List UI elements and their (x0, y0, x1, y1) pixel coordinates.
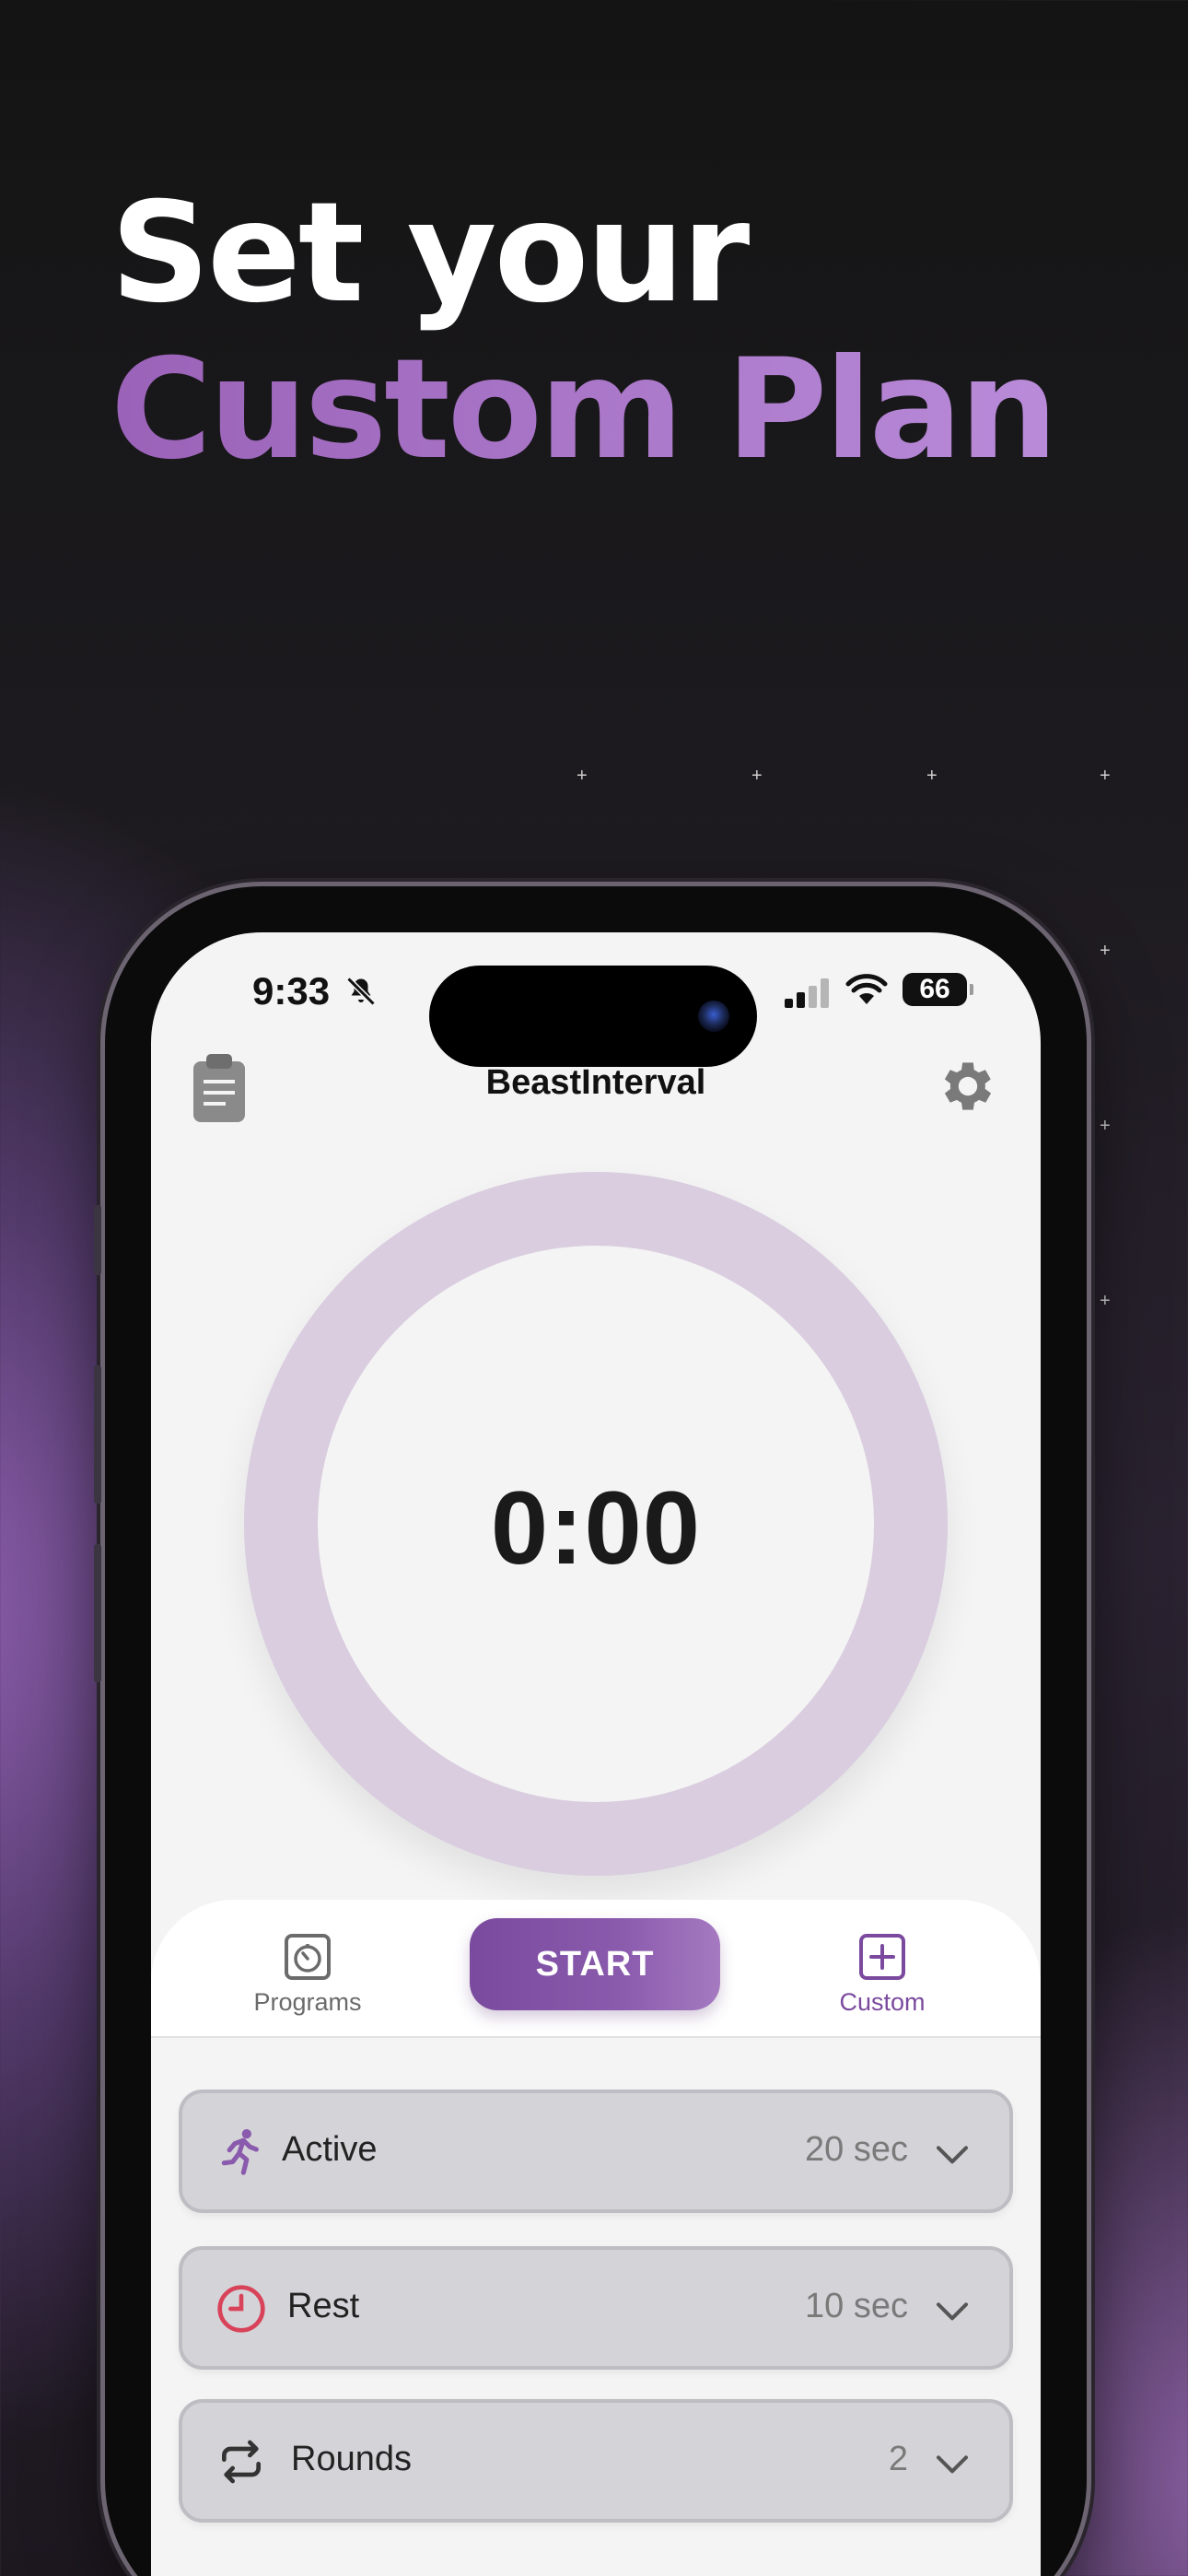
headline-line-1: Set your (111, 173, 750, 334)
tab-programs[interactable]: Programs (215, 1933, 400, 2017)
headline: Set your Custom Plan (111, 173, 1058, 490)
repeat-icon (222, 2440, 261, 2484)
sparkle-icon: + (1100, 1291, 1111, 1311)
sparkle-icon: + (1100, 766, 1111, 786)
app-screen: 9:33 66 BeastInterval 0:00 Programs Cust… (151, 932, 1041, 2576)
wifi-icon (845, 974, 888, 1004)
battery-indicator: 66 (903, 973, 973, 1006)
rest-value: 10 sec (805, 2287, 908, 2325)
phone-frame: 9:33 66 BeastInterval 0:00 Programs Cust… (94, 886, 1087, 2576)
add-square-icon (859, 1934, 905, 1980)
start-button[interactable]: START (470, 1918, 720, 2010)
phone-side-button (94, 1544, 101, 1682)
camera-icon (698, 1001, 729, 1032)
sparkle-icon: + (926, 766, 938, 786)
chevron-down-icon (937, 2455, 968, 2474)
gear-icon[interactable] (936, 1054, 1000, 1118)
active-setting-row[interactable]: Active 20 sec (179, 2090, 1013, 2213)
rounds-label: Rounds (291, 2440, 412, 2478)
sparkle-icon: + (577, 766, 588, 786)
tab-custom[interactable]: Custom (790, 1933, 974, 2017)
rounds-setting-row[interactable]: Rounds 2 (179, 2399, 1013, 2523)
stopwatch-icon (285, 1934, 331, 1980)
dynamic-island (429, 966, 757, 1067)
headline-line-2: Custom Plan (111, 330, 1058, 490)
bell-off-icon (346, 977, 376, 1006)
chevron-down-icon (937, 2302, 968, 2321)
phone-side-button (94, 1365, 101, 1504)
chevron-down-icon (937, 2146, 968, 2164)
active-value: 20 sec (805, 2130, 908, 2169)
phone-side-button (94, 1205, 101, 1275)
rounds-value: 2 (888, 2440, 908, 2478)
sparkle-icon: + (751, 766, 763, 786)
timer-display: 0:00 (490, 1470, 702, 1586)
active-label: Active (282, 2130, 378, 2169)
tab-custom-label: Custom (839, 1988, 926, 2016)
status-time: 9:33 (252, 969, 331, 1013)
app-title: BeastInterval (485, 1063, 706, 1102)
signal-icon (785, 978, 829, 1008)
clock-icon (217, 2285, 265, 2333)
rest-setting-row[interactable]: Rest 10 sec (179, 2246, 1013, 2370)
sparkle-icon: + (1100, 941, 1111, 961)
tab-programs-label: Programs (253, 1988, 362, 2016)
running-icon (221, 2129, 259, 2175)
sparkle-icon: + (1100, 1116, 1111, 1136)
rest-label: Rest (287, 2287, 360, 2325)
